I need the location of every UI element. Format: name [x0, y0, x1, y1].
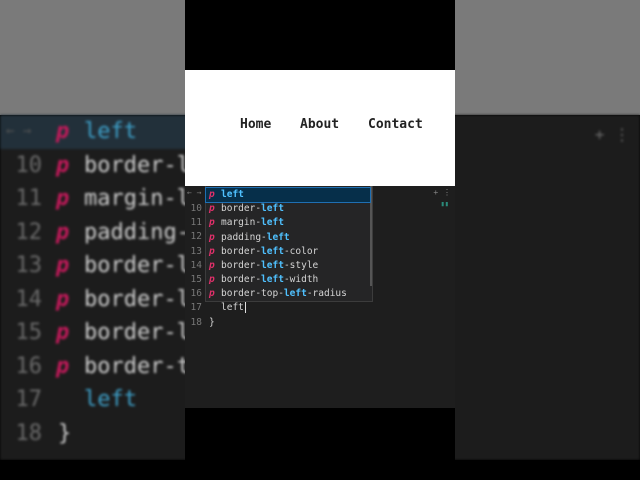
suggestion-item[interactable]: p border-left-color	[206, 245, 370, 259]
suggestion-label: left	[221, 188, 244, 202]
suggestion-match: left	[283, 288, 307, 300]
line-number: 12	[190, 231, 202, 243]
background-code-text: border-t	[84, 353, 190, 379]
background-line-number: 10	[15, 152, 43, 178]
suggestion-label: border-left-style	[221, 260, 319, 271]
code-editor[interactable]: ← → + ⋮ ▮▮ 10 11 12 13 14 15 16 17 left 18} p left…	[185, 186, 455, 408]
background-line-number: 12	[15, 219, 43, 245]
background-line-number: 16	[15, 353, 43, 379]
suggestion-match: left	[221, 189, 244, 200]
preview-nav: Home About Contact	[185, 70, 455, 186]
property-icon: p	[209, 217, 215, 229]
editor-toolbar-icons: + ⋮	[433, 188, 451, 197]
background-property-icon: p	[56, 286, 70, 312]
nav-link-home[interactable]: Home	[240, 117, 271, 132]
typed-text[interactable]: left	[221, 301, 246, 315]
suggestion-item[interactable]: p border-left	[206, 202, 370, 216]
background-code-text: left	[84, 119, 137, 144]
suggestions-scrollbar[interactable]	[370, 186, 372, 286]
suggestion-label: border-left-width	[221, 274, 319, 286]
web-preview: Home About Contact	[185, 70, 455, 186]
suggestion-item[interactable]: p border-left-width	[206, 273, 370, 287]
line-number: 10	[190, 203, 202, 214]
suggestion-match: left	[261, 274, 284, 286]
background-code-text: margin-l	[84, 186, 190, 211]
property-icon: p	[209, 260, 215, 271]
property-icon: p	[209, 189, 215, 200]
background-line-number: 14	[15, 286, 43, 312]
background-line-number: 13	[15, 253, 43, 278]
code-line: 18}	[185, 316, 455, 330]
suggestion-item[interactable]: p margin-left	[206, 216, 370, 230]
property-icon: p	[209, 288, 215, 300]
line-number: 15	[190, 274, 202, 285]
phone-panel: Home About Contact ← → + ⋮ ▮▮ 10 11 12 13 14…	[185, 0, 455, 480]
autocomplete-suggestions[interactable]: p left p border-left p margin-left p padding-le…	[205, 186, 373, 302]
line-number: 16	[190, 288, 202, 300]
nav-link-contact[interactable]: Contact	[368, 117, 423, 132]
background-code-text: border-l	[84, 320, 190, 345]
property-icon: p	[209, 274, 215, 286]
closing-brace: }	[209, 316, 215, 328]
suggestion-match: left	[261, 217, 284, 229]
suggestion-label: margin-left	[221, 217, 284, 229]
property-icon: p	[209, 245, 215, 257]
suggestion-label: padding-left	[221, 231, 290, 243]
code-line: 17 left	[185, 301, 455, 315]
background-property-icon: p	[56, 152, 70, 178]
line-number: 11	[190, 217, 202, 229]
suggestion-item[interactable]: p border-top-left-radius	[206, 287, 370, 301]
background-code-text: left	[84, 387, 137, 412]
editor-nav-icons: ← →	[187, 188, 202, 197]
background-property-icon: p	[56, 119, 70, 144]
background-code-text: border-l	[84, 152, 190, 178]
background-property-icon: p	[56, 253, 70, 278]
suggestion-item[interactable]: p padding-left	[206, 231, 370, 245]
background-line-number: 18	[15, 420, 43, 446]
suggestion-item[interactable]: p left	[205, 186, 371, 204]
background-property-icon: p	[56, 186, 70, 211]
suggestion-label: border-left	[221, 203, 284, 215]
background-property-icon: p	[56, 353, 70, 379]
background-property-icon: p	[56, 219, 70, 245]
background-code-text: }	[58, 420, 72, 446]
background-code-text: padding-	[84, 219, 190, 245]
suggestion-label: border-top-left-radius	[221, 288, 347, 300]
line-number: 13	[190, 245, 202, 257]
line-number: 17	[190, 302, 202, 314]
background-code-text: border-l	[84, 286, 190, 312]
background-line-number: 11	[15, 186, 43, 211]
property-icon: p	[209, 231, 215, 243]
line-number: 18	[190, 316, 202, 328]
suggestion-item[interactable]: p border-left-style	[206, 259, 370, 273]
property-icon: p	[209, 203, 215, 215]
suggestion-match: left	[261, 245, 284, 257]
background-line-number: 17	[15, 387, 43, 412]
background-code-text: border-l	[84, 253, 190, 278]
nav-link-about[interactable]: About	[300, 117, 339, 132]
text-cursor	[244, 302, 246, 314]
suggestion-match: left	[261, 260, 284, 271]
line-number: 14	[190, 259, 202, 271]
suggestion-label: border-left-color	[221, 245, 319, 257]
suggestion-match: left	[266, 231, 290, 243]
background-property-icon: p	[56, 320, 70, 345]
background-line-number: 15	[15, 320, 43, 345]
bottom-bar	[185, 408, 455, 480]
suggestion-match: left	[261, 203, 284, 215]
